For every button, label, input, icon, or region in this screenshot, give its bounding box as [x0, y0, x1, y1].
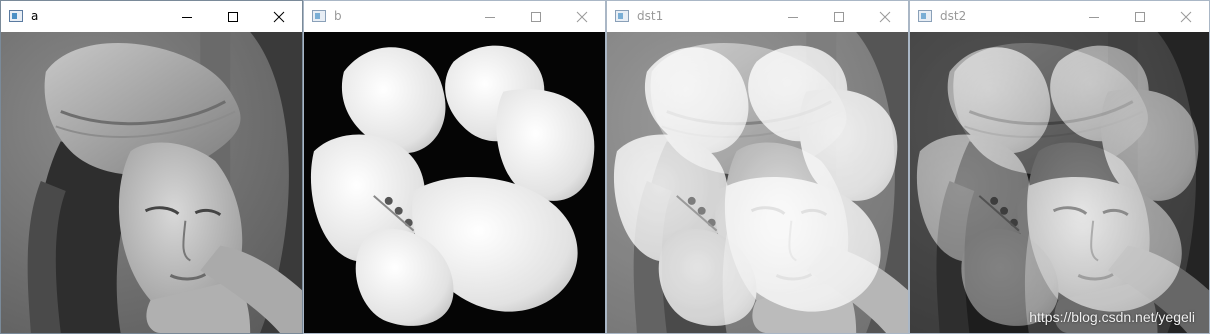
window-title: b	[334, 9, 342, 23]
close-icon	[879, 11, 891, 23]
window-dst1[interactable]: dst1	[606, 0, 909, 334]
window-a[interactable]: a	[0, 0, 303, 334]
close-button[interactable]	[559, 1, 605, 32]
window-title: dst2	[940, 9, 967, 23]
close-icon	[1180, 11, 1192, 23]
maximize-icon	[228, 12, 238, 22]
minimize-icon	[182, 17, 192, 18]
maximize-button[interactable]	[513, 1, 559, 32]
minimize-button[interactable]	[467, 1, 513, 32]
close-icon	[576, 11, 588, 23]
watermark-url: https://blog.csdn.net/yegeli	[1029, 309, 1195, 325]
image-canvas-dst2: https://blog.csdn.net/yegeli	[910, 32, 1209, 333]
maximize-icon	[531, 12, 541, 22]
opencv-window-icon	[615, 10, 629, 22]
titlebar[interactable]: dst2	[910, 1, 1209, 32]
window-dst2[interactable]: dst2 https://blog.csdn.net/yegeli	[909, 0, 1210, 334]
close-icon	[273, 11, 285, 23]
opencv-window-icon	[9, 10, 23, 22]
titlebar[interactable]: a	[1, 1, 302, 32]
opencv-window-icon	[918, 10, 932, 22]
window-title: a	[31, 9, 39, 23]
opencv-window-icon	[312, 10, 326, 22]
maximize-button[interactable]	[1117, 1, 1163, 32]
minimize-icon	[1089, 17, 1099, 18]
minimize-button[interactable]	[770, 1, 816, 32]
titlebar[interactable]: b	[304, 1, 605, 32]
maximize-icon	[1135, 12, 1145, 22]
close-button[interactable]	[256, 1, 302, 32]
close-button[interactable]	[1163, 1, 1209, 32]
minimize-button[interactable]	[164, 1, 210, 32]
close-button[interactable]	[862, 1, 908, 32]
titlebar[interactable]: dst1	[607, 1, 908, 32]
image-canvas-a	[1, 32, 302, 333]
minimize-icon	[485, 17, 495, 18]
maximize-button[interactable]	[210, 1, 256, 32]
maximize-icon	[834, 12, 844, 22]
minimize-icon	[788, 17, 798, 18]
minimize-button[interactable]	[1071, 1, 1117, 32]
image-canvas-dst1	[607, 32, 908, 333]
maximize-button[interactable]	[816, 1, 862, 32]
image-canvas-b	[304, 32, 605, 333]
window-b[interactable]: b	[303, 0, 606, 334]
window-title: dst1	[637, 9, 664, 23]
